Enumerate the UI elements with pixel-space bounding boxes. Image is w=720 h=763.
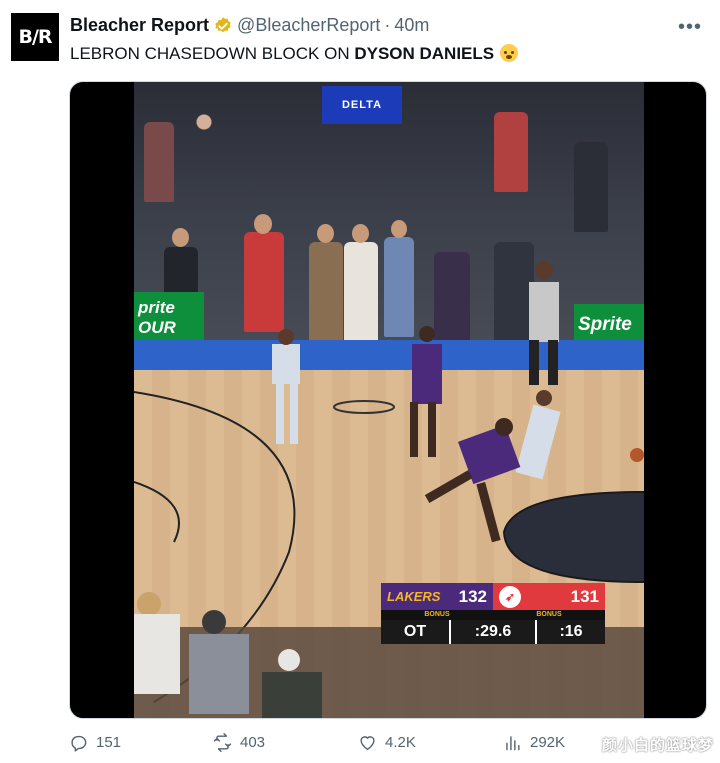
lakers-logo: LAKERS [387,589,441,604]
home-score: 132 [458,586,487,606]
tweet-text-bold: DYSON DANIELS [354,44,495,63]
tweet-header: Bleacher Report @BleacherReport · 40m [70,15,429,36]
scoreboard: LAKERS 132 ➶ 131 BONUS BONUS OT :29.6 :1… [381,583,605,644]
more-options-icon[interactable]: ••• [678,16,702,39]
hawks-logo-icon: ➶ [499,585,521,608]
like-button[interactable]: 4.2K [358,733,416,752]
home-bonus: BONUS [424,611,450,618]
like-count: 4.2K [385,734,416,751]
views-chart-icon [506,736,520,751]
views-button[interactable]: 292K [503,733,565,752]
author-avatar[interactable]: B/R [11,13,59,61]
separator-dot: · [384,15,391,35]
view-count: 292K [530,734,566,751]
heart-icon [360,736,375,750]
reply-button[interactable]: 151 [69,733,121,752]
watermark-text: 颜小白的篮球梦 [601,737,714,754]
video-frame[interactable]: DELTA prite OUR THIRST Sprite [134,82,644,718]
timestamp[interactable]: 40m [394,15,429,36]
verified-badge-icon [215,16,231,32]
tweet-text-prefix: LEBRON CHASEDOWN BLOCK ON [70,44,355,63]
tweet-text: LEBRON CHASEDOWN BLOCK ON DYSON DANIELS [70,44,519,64]
game-clock: :29.6 [451,620,537,644]
away-score: 131 [570,586,599,606]
video-player[interactable]: DELTA prite OUR THIRST Sprite [69,81,707,719]
repost-button[interactable]: 403 [213,733,265,752]
author-handle[interactable]: @BleacherReport [237,15,380,36]
away-bonus: BONUS [536,611,562,618]
reply-count: 151 [96,734,122,751]
scoreboard-home: LAKERS 132 [381,583,493,610]
shot-clock: :16 [537,620,605,644]
repost-count: 403 [240,734,266,751]
period: OT [381,620,451,644]
exploding-head-emoji-icon [500,44,519,62]
reply-icon [71,735,87,752]
author-name[interactable]: Bleacher Report [70,15,209,36]
repost-icon [213,733,232,752]
scoreboard-away: ➶ 131 [493,583,605,610]
